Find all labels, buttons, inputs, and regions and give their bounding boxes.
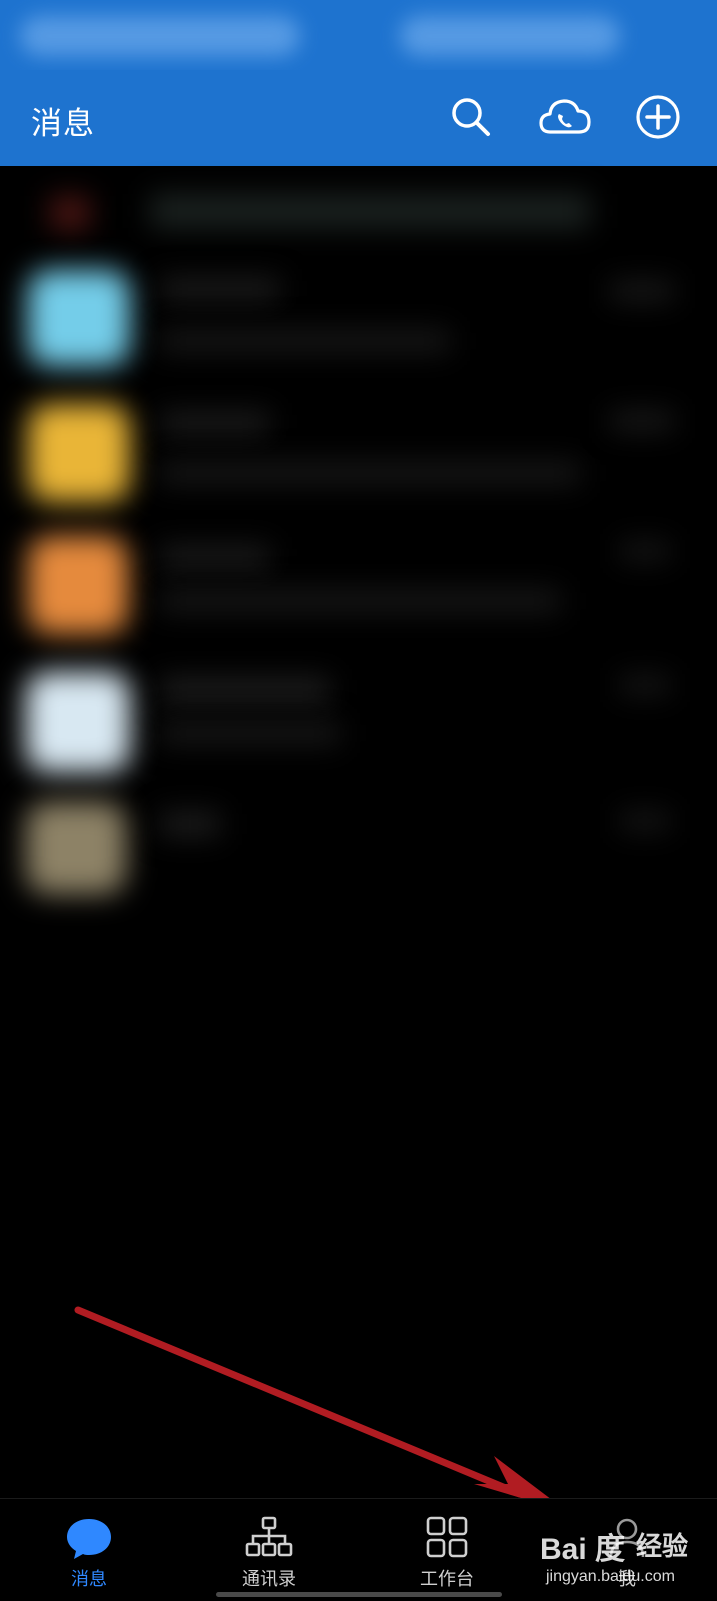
blurred-text: [610, 412, 674, 430]
app-header: 消息: [0, 70, 717, 166]
status-bar-blurred-left: [20, 16, 300, 56]
blurred-text: [160, 546, 270, 568]
search-icon: [452, 98, 490, 136]
blurred-avatar: [28, 270, 130, 366]
status-bar-blurred-right: [400, 16, 620, 56]
cloud-phone-icon: [539, 99, 591, 134]
tab-label: 消息: [71, 1569, 107, 1590]
watermark-text: 经验: [636, 1532, 689, 1562]
blurred-text: [150, 194, 590, 228]
tab-workbench[interactable]: 工作台: [372, 1499, 522, 1601]
watermark-url: jingyan.baidu.com: [546, 1568, 675, 1585]
org-chart-icon: [245, 1515, 293, 1561]
grid-icon: [423, 1515, 471, 1561]
watermark-logo: Bai 度: [540, 1533, 626, 1566]
blurred-text: [620, 542, 670, 560]
blurred-avatar: [50, 196, 90, 230]
add-icon: [636, 95, 680, 139]
cloud-phone-button[interactable]: [538, 92, 592, 142]
blurred-conversation-list: [0, 166, 717, 926]
blurred-text: [160, 330, 450, 352]
tab-contacts[interactable]: 通讯录: [194, 1499, 344, 1601]
blurred-text: [160, 590, 560, 612]
tab-label: 通讯录: [242, 1569, 296, 1590]
blurred-text: [160, 278, 280, 300]
chat-bubble-icon: [65, 1515, 113, 1561]
blurred-text: [620, 676, 670, 694]
baidu-jingyan-watermark: Bai 度 经验 jingyan.baidu.com: [540, 1524, 710, 1594]
status-bar: [0, 0, 717, 70]
blurred-text: [610, 282, 674, 300]
search-button[interactable]: [446, 92, 496, 142]
blurred-avatar: [26, 672, 130, 772]
blurred-text: [620, 812, 670, 830]
blurred-avatar: [26, 802, 126, 894]
blurred-text: [160, 678, 330, 702]
blurred-text: [160, 812, 220, 836]
blurred-text: [160, 722, 340, 744]
add-button[interactable]: [633, 92, 683, 142]
blurred-avatar: [28, 404, 130, 502]
home-indicator: [216, 1592, 502, 1597]
page-title: 消息: [31, 106, 95, 142]
blurred-avatar: [28, 536, 128, 634]
tab-label: 工作台: [420, 1569, 474, 1590]
blurred-text: [160, 412, 270, 434]
tab-messages[interactable]: 消息: [14, 1499, 164, 1601]
blurred-text: [160, 462, 580, 484]
